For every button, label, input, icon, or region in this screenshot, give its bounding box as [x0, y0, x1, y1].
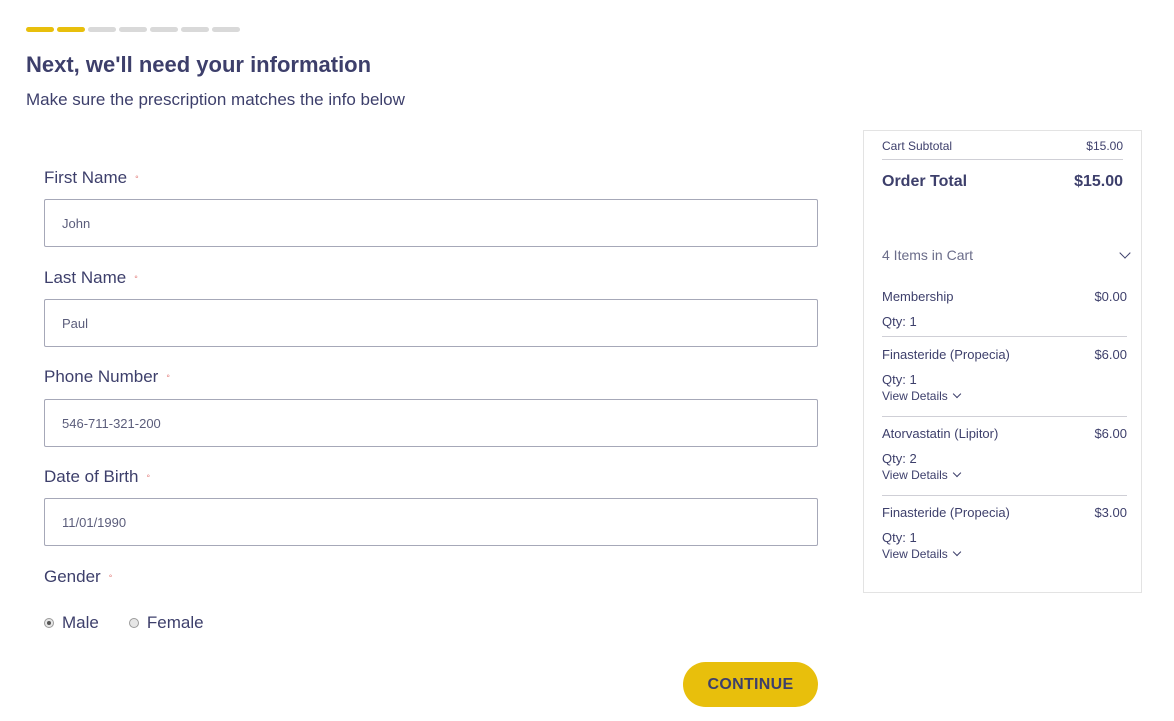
- cart-item: Finasteride (Propecia) $3.00 Qty: 1 View…: [882, 505, 1127, 561]
- cart-item: Membership $0.00 Qty: 1: [882, 289, 1127, 329]
- cart-subtotal-value: $15.00: [1086, 139, 1123, 153]
- dob-label: Date of Birth ◦: [44, 467, 150, 487]
- view-details-label: View Details: [882, 547, 948, 561]
- phone-number-field[interactable]: [44, 399, 818, 447]
- progress-step-5: [150, 27, 178, 32]
- first-name-label-text: First Name: [44, 168, 128, 187]
- progress-step-7: [212, 27, 240, 32]
- cart-item: Atorvastatin (Lipitor) $6.00 Qty: 2 View…: [882, 426, 1127, 482]
- cart-item-price: $6.00: [1094, 426, 1127, 441]
- divider: [882, 495, 1127, 496]
- gender-label-text: Gender: [44, 567, 101, 586]
- chevron-down-icon: [952, 547, 962, 557]
- required-marker: ◦: [146, 471, 151, 482]
- cart-summary: Cart Subtotal $15.00 Order Total $15.00 …: [863, 130, 1142, 593]
- required-marker: ◦: [135, 172, 139, 183]
- progress-step-3: [88, 27, 116, 32]
- view-details-label: View Details: [882, 468, 948, 482]
- divider: [882, 416, 1127, 417]
- progress-step-4: [119, 27, 147, 32]
- cart-subtotal-label: Cart Subtotal: [882, 139, 953, 153]
- view-details-label: View Details: [882, 389, 948, 403]
- cart-item-price: $3.00: [1094, 505, 1127, 520]
- cart-item-qty: Qty: 1: [882, 530, 917, 545]
- last-name-field[interactable]: [44, 299, 818, 347]
- progress-step-2: [57, 27, 85, 32]
- first-name-field[interactable]: [44, 199, 818, 247]
- radio-button-male[interactable]: [44, 618, 54, 628]
- cart-item-qty: Qty: 1: [882, 372, 917, 387]
- last-name-label: Last Name ◦: [44, 268, 138, 288]
- divider: [882, 159, 1123, 160]
- continue-button[interactable]: CONTINUE: [683, 662, 818, 707]
- order-total-label: Order Total: [882, 173, 968, 190]
- cart-items-count: 4 Items in Cart: [882, 247, 974, 263]
- cart-item-name: Finasteride (Propecia): [882, 505, 1010, 520]
- gender-label: Gender ◦: [44, 567, 112, 587]
- cart-item: Finasteride (Propecia) $6.00 Qty: 1 View…: [882, 347, 1127, 403]
- chevron-down-icon: [952, 468, 962, 478]
- chevron-down-icon: [952, 389, 962, 399]
- gender-option-label: Male: [62, 613, 99, 632]
- progress-step-6: [181, 27, 209, 32]
- page-subtitle: Make sure the prescription matches the i…: [26, 90, 405, 109]
- progress-step-1: [26, 27, 54, 32]
- phone-label-text: Phone Number: [44, 367, 159, 386]
- cart-subtotal-row: Cart Subtotal $15.00: [882, 139, 1123, 153]
- cart-items-toggle[interactable]: 4 Items in Cart: [882, 247, 1131, 263]
- last-name-label-text: Last Name: [44, 268, 127, 287]
- radio-button-female[interactable]: [128, 618, 139, 628]
- cart-item-qty: Qty: 1: [882, 314, 917, 329]
- cart-item-price: $6.00: [1094, 347, 1127, 362]
- progress-bar: [26, 27, 240, 32]
- first-name-label: First Name ◦: [44, 168, 139, 188]
- gender-option-female[interactable]: Female: [128, 613, 204, 633]
- phone-label: Phone Number ◦: [44, 367, 170, 387]
- cart-item-name: Membership: [882, 289, 954, 304]
- date-of-birth-field[interactable]: [44, 498, 818, 546]
- required-marker: ◦: [134, 272, 138, 283]
- view-details-link[interactable]: View Details: [882, 547, 1127, 561]
- divider: [882, 336, 1127, 337]
- gender-radio-group: Male Female: [44, 613, 234, 633]
- view-details-link[interactable]: View Details: [882, 468, 1127, 482]
- gender-option-label: Female: [146, 613, 204, 632]
- cart-item-qty: Qty: 2: [882, 451, 917, 466]
- gender-option-male[interactable]: Male: [44, 613, 99, 633]
- required-marker: ◦: [166, 371, 170, 382]
- dob-label-text: Date of Birth: [44, 467, 139, 486]
- required-marker: ◦: [108, 571, 113, 582]
- page-title: Next, we'll need your information: [26, 52, 372, 77]
- cart-item-price: $0.00: [1094, 289, 1127, 304]
- order-total-row: Order Total $15.00: [882, 173, 1123, 191]
- cart-item-name: Finasteride (Propecia): [882, 347, 1010, 362]
- order-total-value: $15.00: [1074, 173, 1123, 190]
- cart-item-name: Atorvastatin (Lipitor): [882, 426, 999, 441]
- view-details-link[interactable]: View Details: [882, 389, 1127, 403]
- chevron-down-icon: [1119, 247, 1131, 259]
